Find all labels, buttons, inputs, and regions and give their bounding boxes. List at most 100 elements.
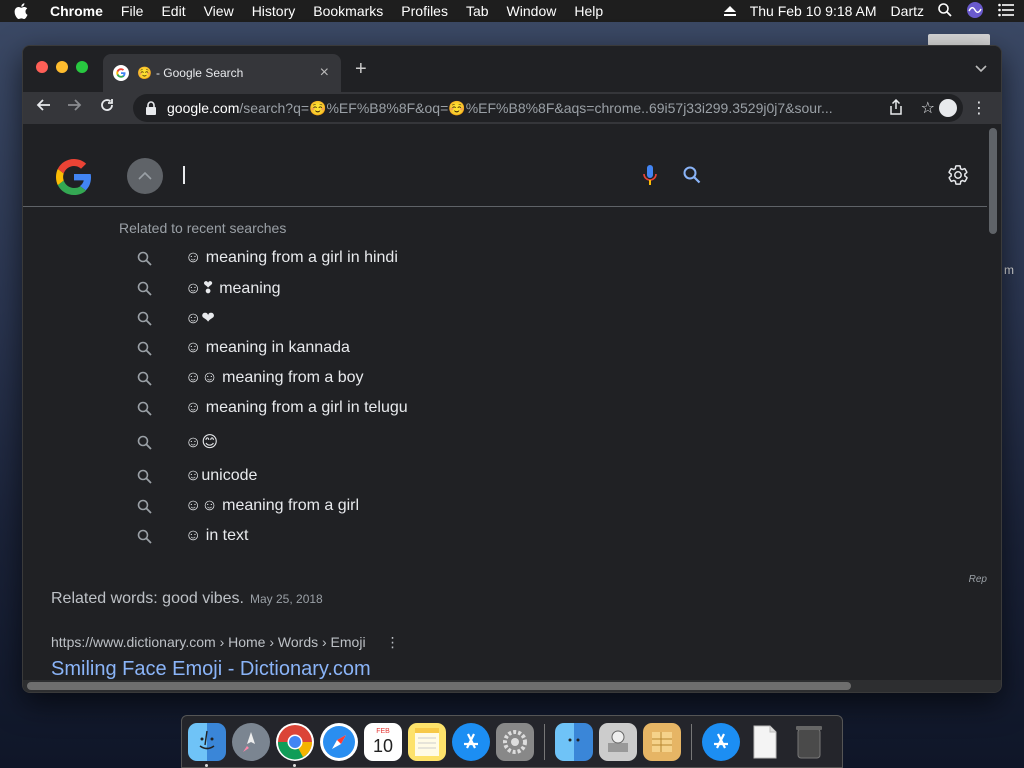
notes-icon[interactable] bbox=[408, 722, 446, 761]
suggestion-item[interactable]: ☺❣ meaning bbox=[133, 273, 633, 303]
app-store-icon[interactable] bbox=[452, 722, 490, 761]
spotlight-search-icon[interactable] bbox=[938, 2, 952, 20]
chrome-menu-icon[interactable]: ⋮ bbox=[971, 98, 987, 118]
search-box-account-avatar[interactable] bbox=[127, 158, 163, 194]
running-indicator bbox=[293, 763, 296, 767]
google-favicon-icon bbox=[113, 65, 129, 81]
document-icon[interactable] bbox=[746, 723, 784, 761]
suggestion-item[interactable]: ☺unicode bbox=[133, 461, 633, 491]
zoom-window-button[interactable] bbox=[76, 61, 88, 73]
safari-icon[interactable] bbox=[320, 722, 358, 761]
menu-profiles[interactable]: Profiles bbox=[401, 3, 448, 19]
calendar-icon[interactable]: FEB 10 bbox=[364, 722, 402, 761]
suggestion-item[interactable]: ☺☺ meaning from a girl bbox=[133, 491, 633, 521]
menu-clock[interactable]: Thu Feb 10 9:18 AM bbox=[750, 3, 877, 19]
suggestion-item[interactable]: ☺ meaning from a girl in hindi bbox=[133, 243, 633, 273]
apple-menu-icon[interactable] bbox=[14, 3, 28, 19]
search-icon bbox=[133, 371, 155, 386]
close-window-button[interactable] bbox=[36, 61, 48, 73]
suggestion-item[interactable]: ☺❤ bbox=[133, 303, 633, 333]
new-tab-icon[interactable]: + bbox=[355, 58, 367, 81]
suggestion-text: ☺ meaning from a girl in telugu bbox=[185, 399, 408, 416]
suggestion-text: ☺☺ meaning from a boy bbox=[185, 369, 364, 386]
result-more-options-icon[interactable]: ⋮ bbox=[386, 634, 400, 650]
suggestion-text: ☺☺ meaning from a girl bbox=[185, 497, 360, 514]
chrome-window: ☺️ - Google Search × + google.com/search… bbox=[22, 45, 1002, 693]
menu-bar: Chrome File Edit View History Bookmarks … bbox=[0, 0, 1024, 22]
menu-history[interactable]: History bbox=[252, 3, 296, 19]
suggestion-item[interactable]: ☺☺ meaning from a boy bbox=[133, 363, 633, 393]
eject-icon[interactable] bbox=[723, 3, 736, 19]
menu-view[interactable]: View bbox=[204, 3, 234, 19]
migration-assistant-icon[interactable] bbox=[555, 722, 593, 761]
finder-icon[interactable] bbox=[188, 722, 226, 767]
siri-icon[interactable] bbox=[966, 1, 984, 22]
menu-window[interactable]: Window bbox=[507, 3, 557, 19]
menu-extras: Thu Feb 10 9:18 AM Dartz bbox=[723, 0, 1014, 22]
dock-separator bbox=[691, 723, 692, 760]
suggestion-item[interactable]: ☺ in text bbox=[133, 521, 633, 551]
tab-google-search[interactable]: ☺️ - Google Search × bbox=[103, 54, 341, 92]
back-arrow-icon[interactable] bbox=[35, 97, 51, 118]
disk-utility-icon[interactable] bbox=[599, 722, 637, 761]
suggestion-item[interactable]: ☺ meaning from a girl in telugu bbox=[133, 393, 633, 423]
menu-help[interactable]: Help bbox=[574, 3, 603, 19]
system-preferences-icon[interactable] bbox=[496, 722, 534, 761]
notification-center-icon[interactable] bbox=[998, 3, 1014, 20]
related-words-text: Related words: good vibes. bbox=[51, 590, 244, 607]
menu-edit[interactable]: Edit bbox=[161, 3, 185, 19]
suggestion-text: ☺ meaning from a girl in hindi bbox=[185, 249, 398, 266]
suggestion-text: ☺❤ bbox=[185, 310, 215, 327]
vertical-scrollbar[interactable] bbox=[989, 128, 997, 234]
tab-close-icon[interactable]: × bbox=[320, 64, 329, 82]
url-text[interactable]: google.com/search?q=☺️%EF%B8%8F&oq=☺️%EF… bbox=[167, 100, 867, 117]
profile-avatar-icon[interactable] bbox=[939, 99, 957, 117]
search-icon bbox=[133, 469, 155, 484]
search-icon bbox=[133, 499, 155, 514]
tab-search-chevron-icon[interactable] bbox=[975, 60, 987, 76]
forward-arrow-icon[interactable] bbox=[67, 97, 83, 118]
reload-icon[interactable] bbox=[99, 97, 115, 118]
menu-tab[interactable]: Tab bbox=[466, 3, 489, 19]
share-icon[interactable] bbox=[889, 98, 903, 118]
menu-bookmarks[interactable]: Bookmarks bbox=[313, 3, 383, 19]
app-store-downloads-icon[interactable] bbox=[702, 722, 740, 761]
search-submit-icon[interactable] bbox=[683, 166, 701, 189]
search-icon bbox=[133, 341, 155, 356]
trash-icon[interactable] bbox=[790, 723, 828, 761]
calendar-day: 10 bbox=[372, 735, 394, 756]
chrome-icon[interactable] bbox=[276, 722, 314, 767]
search-icon bbox=[133, 251, 155, 266]
horizontal-scrollbar[interactable] bbox=[27, 682, 851, 690]
address-bar[interactable]: google.com/search?q=☺️%EF%B8%8F&oq=☺️%EF… bbox=[133, 94, 963, 122]
voice-search-mic-icon[interactable] bbox=[643, 164, 657, 191]
numbers-icon[interactable] bbox=[643, 722, 681, 761]
minimize-window-button[interactable] bbox=[56, 61, 68, 73]
lock-icon[interactable] bbox=[145, 101, 157, 115]
settings-gear-icon[interactable] bbox=[947, 164, 969, 191]
menu-user[interactable]: Dartz bbox=[891, 3, 924, 19]
dock: FEB 10 bbox=[181, 715, 843, 768]
tab-emoji: ☺️ bbox=[137, 66, 152, 80]
url-path: /search?q=☺️%EF%B8%8F&oq=☺️%EF%B8%8F&aqs… bbox=[239, 99, 833, 116]
suggestion-text: ☺😊 bbox=[185, 434, 219, 451]
search-icon bbox=[133, 311, 155, 326]
result-breadcrumb[interactable]: https://www.dictionary.com › Home › Word… bbox=[51, 634, 400, 651]
search-icon bbox=[133, 435, 155, 450]
suggestion-text: ☺unicode bbox=[185, 467, 258, 484]
suggestion-item[interactable]: ☺ meaning in kannada bbox=[133, 333, 633, 363]
menu-app-chrome[interactable]: Chrome bbox=[50, 3, 103, 19]
result-cite-text: https://www.dictionary.com › Home › Word… bbox=[51, 634, 366, 650]
menu-file[interactable]: File bbox=[121, 3, 144, 19]
search-icon bbox=[133, 281, 155, 296]
horizontal-scrollbar-track bbox=[23, 680, 1001, 692]
launchpad-icon[interactable] bbox=[232, 722, 270, 761]
google-logo-icon[interactable] bbox=[55, 158, 93, 196]
search-input-caret[interactable] bbox=[183, 166, 185, 184]
page-content: Related to recent searches ☺ meaning fro… bbox=[23, 124, 987, 692]
desktop-peek-text: m bbox=[1004, 263, 1014, 277]
result-title-link[interactable]: Smiling Face Emoji - Dictionary.com bbox=[51, 658, 371, 681]
report-link[interactable]: Rep bbox=[969, 574, 987, 585]
bookmark-star-icon[interactable]: ☆ bbox=[921, 98, 935, 118]
suggestion-item[interactable]: ☺😊 bbox=[133, 427, 633, 457]
